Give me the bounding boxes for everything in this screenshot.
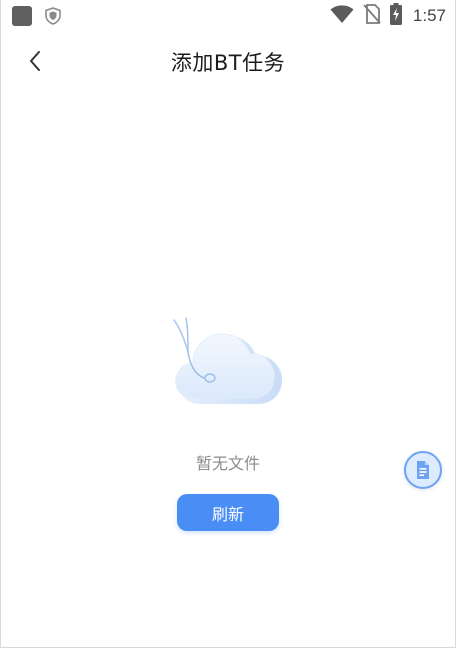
app-square-icon	[12, 6, 32, 26]
status-time: 1:57	[412, 6, 446, 25]
no-sim-icon	[363, 4, 381, 28]
document-icon	[417, 461, 429, 479]
cloud-icon	[166, 312, 290, 412]
status-bar: 1:57	[0, 0, 456, 32]
title-bar: 添加BT任务	[0, 32, 456, 90]
battery-charging-icon	[389, 3, 402, 29]
wifi-icon	[330, 4, 354, 28]
empty-message: 暂无文件	[195, 454, 260, 473]
page-title: 添加BT任务	[170, 51, 286, 75]
shield-icon	[44, 7, 62, 25]
refresh-button[interactable]: 刷新	[177, 494, 279, 531]
status-icons: 1:57	[330, 3, 446, 29]
document-float-button[interactable]	[404, 451, 442, 489]
